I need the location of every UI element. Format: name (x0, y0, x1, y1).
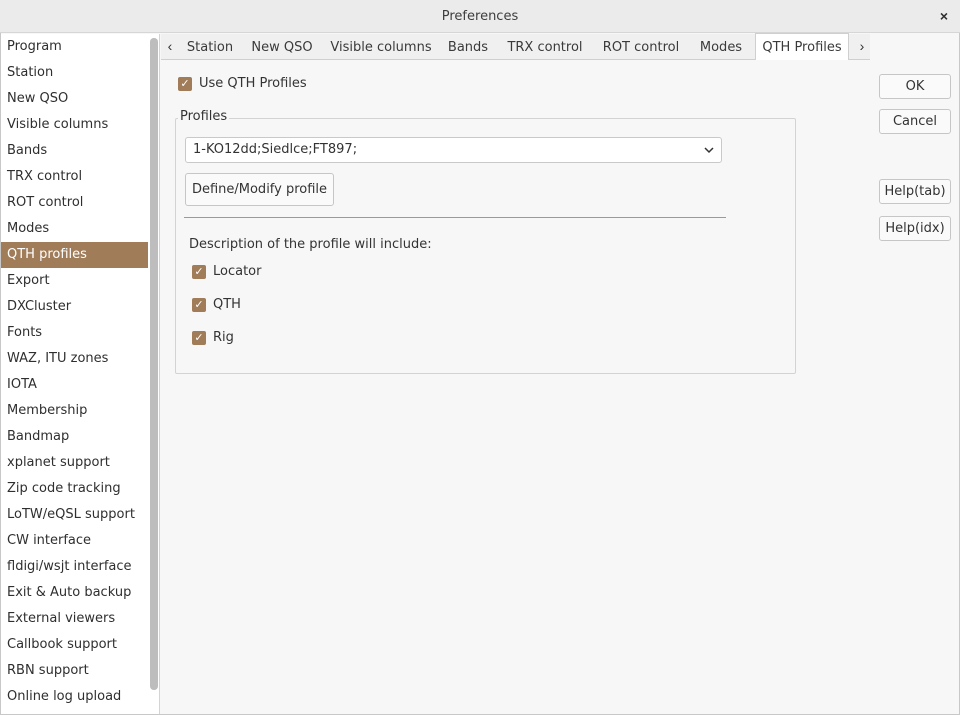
locator-checkbox[interactable]: ✓ (192, 265, 206, 279)
qth-label[interactable]: QTH (213, 297, 241, 312)
sidebar-item-cw-interface[interactable]: CW interface (1, 528, 148, 554)
rig-checkbox[interactable]: ✓ (192, 331, 206, 345)
tab-trx-control[interactable]: TRX control (501, 34, 589, 60)
use-qth-profiles-label[interactable]: Use QTH Profiles (199, 76, 307, 91)
sidebar-item-modes[interactable]: Modes (1, 216, 148, 242)
sidebar-item-visible-columns[interactable]: Visible columns (1, 112, 148, 138)
profiles-group-title: Profiles (178, 109, 230, 124)
use-qth-profiles-checkbox[interactable]: ✓ (178, 77, 192, 91)
sidebar-item-lotw-eqsl-support[interactable]: LoTW/eQSL support (1, 502, 148, 528)
sidebar-list: Program Station New QSO Visible columns … (1, 34, 148, 710)
tab-qth-profiles[interactable]: QTH Profiles (755, 33, 849, 60)
sidebar-item-membership[interactable]: Membership (1, 398, 148, 424)
qth-checkbox[interactable]: ✓ (192, 298, 206, 312)
sidebar-item-callbook-support[interactable]: Callbook support (1, 632, 148, 658)
sidebar-item-rot-control[interactable]: ROT control (1, 190, 148, 216)
sidebar-item-rbn-support[interactable]: RBN support (1, 658, 148, 684)
sidebar-item-exit-auto-backup[interactable]: Exit & Auto backup (1, 580, 148, 606)
sidebar-scrollbar-thumb[interactable] (150, 38, 158, 690)
action-panel: OK Cancel Help(tab) Help(idx) (871, 34, 959, 714)
chevron-left-icon[interactable]: ‹ (161, 34, 179, 60)
tab-bar: ‹ Station New QSO Visible columns Bands … (161, 33, 871, 60)
sidebar-item-new-qso[interactable]: New QSO (1, 86, 148, 112)
sidebar-item-bands[interactable]: Bands (1, 138, 148, 164)
sidebar-item-export[interactable]: Export (1, 268, 148, 294)
tab-modes[interactable]: Modes (693, 34, 749, 60)
sidebar-item-fldigi-wsjt-interface[interactable]: fldigi/wsjt interface (1, 554, 148, 580)
ok-button[interactable]: OK (879, 74, 951, 99)
define-modify-profile-button[interactable]: Define/Modify profile (185, 173, 334, 206)
sidebar-item-station[interactable]: Station (1, 60, 148, 86)
window-title: Preferences (441, 9, 519, 24)
description-label: Description of the profile will include: (189, 237, 432, 252)
chevron-right-icon[interactable]: › (853, 34, 871, 60)
sidebar-item-fonts[interactable]: Fonts (1, 320, 148, 346)
sidebar-item-online-log-upload[interactable]: Online log upload (1, 684, 148, 710)
help-tab-button[interactable]: Help(tab) (879, 179, 951, 204)
locator-label[interactable]: Locator (213, 264, 261, 279)
tab-station[interactable]: Station (181, 34, 239, 60)
sidebar-item-external-viewers[interactable]: External viewers (1, 606, 148, 632)
sidebar: Program Station New QSO Visible columns … (1, 34, 160, 714)
sidebar-scrollbar[interactable] (150, 38, 158, 690)
sidebar-item-bandmap[interactable]: Bandmap (1, 424, 148, 450)
tab-new-qso[interactable]: New QSO (247, 34, 317, 60)
sidebar-item-iota[interactable]: IOTA (1, 372, 148, 398)
sidebar-item-waz-itu-zones[interactable]: WAZ, ITU zones (1, 346, 148, 372)
help-idx-button[interactable]: Help(idx) (879, 216, 951, 241)
tab-visible-columns[interactable]: Visible columns (325, 34, 437, 60)
sidebar-item-qth-profiles[interactable]: QTH profiles (1, 242, 148, 268)
sidebar-item-trx-control[interactable]: TRX control (1, 164, 148, 190)
divider (184, 217, 726, 218)
sidebar-item-dxcluster[interactable]: DXCluster (1, 294, 148, 320)
qth-profiles-panel: ✓ Use QTH Profiles Profiles 1-KO12dd;Sie… (161, 60, 870, 714)
close-icon[interactable]: × (936, 8, 952, 24)
profile-select-value: 1-KO12dd;Siedlce;FT897; (193, 142, 358, 157)
tab-rot-control[interactable]: ROT control (597, 34, 685, 60)
cancel-button[interactable]: Cancel (879, 109, 951, 134)
tab-bands[interactable]: Bands (443, 34, 493, 60)
rig-label[interactable]: Rig (213, 330, 234, 345)
profile-select[interactable]: 1-KO12dd;Siedlce;FT897; (185, 137, 722, 163)
sidebar-item-program[interactable]: Program (1, 34, 148, 60)
chevron-down-icon (703, 138, 715, 162)
title-bar: Preferences × (0, 0, 960, 33)
sidebar-item-xplanet-support[interactable]: xplanet support (1, 450, 148, 476)
sidebar-item-zip-code-tracking[interactable]: Zip code tracking (1, 476, 148, 502)
